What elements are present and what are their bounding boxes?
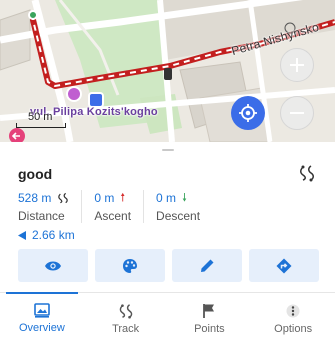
my-location-button[interactable]	[231, 96, 265, 130]
tab-overview-label: Overview	[18, 322, 65, 334]
stat-descent: 0 m 🠗 Descent	[156, 190, 212, 223]
distance-label: Distance	[18, 209, 65, 223]
tab-options[interactable]: Options	[251, 293, 335, 345]
distance-to-track-value: 2.66 km	[32, 228, 75, 242]
navigate-button[interactable]	[249, 249, 319, 282]
track-name: good	[18, 166, 53, 182]
arrow-up-icon: 🠕	[120, 191, 126, 204]
tab-overview[interactable]: Overview	[0, 292, 84, 345]
appearance-button[interactable]	[95, 249, 165, 282]
end-arrow-icon	[12, 132, 20, 140]
route-start-marker[interactable]	[28, 10, 38, 20]
direction-arrow-icon	[18, 230, 26, 240]
scale-bar	[16, 123, 66, 128]
tab-points[interactable]: Points	[168, 293, 252, 345]
tab-points-label: Points	[194, 323, 225, 335]
distance-to-track: 2.66 km	[18, 228, 75, 242]
track-stats: 528 m Distance 0 m 🠕 Ascent 0 m 🠗 Descen…	[18, 190, 224, 223]
track-info-sheet: good 528 m Distance 0 m 🠕 Ascent 0 m �	[0, 142, 335, 345]
overview-icon	[34, 303, 50, 318]
crosshair-icon	[239, 104, 257, 122]
descent-value: 0 m	[156, 191, 177, 205]
directions-icon	[276, 258, 292, 273]
plus-icon	[290, 58, 304, 72]
zoom-in-button[interactable]	[280, 48, 314, 82]
sheet-drag-handle[interactable]	[162, 149, 174, 151]
scale-label: 50 m	[28, 111, 53, 123]
ascent-label: Ascent	[94, 209, 132, 223]
track-icon	[58, 192, 69, 204]
descent-label: Descent	[156, 209, 201, 223]
bottom-tabs: Overview Track Points Options	[0, 292, 335, 345]
minus-icon	[290, 112, 304, 114]
track-icon[interactable]	[298, 164, 316, 182]
stat-ascent: 0 m 🠕 Ascent	[94, 190, 145, 223]
poi-marker[interactable]	[66, 86, 82, 102]
palette-icon	[123, 258, 137, 273]
map-scale: 50 m	[16, 111, 68, 128]
flag-icon	[203, 304, 215, 318]
arrow-down-icon: 🠗	[182, 191, 187, 204]
more-icon	[286, 304, 300, 318]
eye-icon	[45, 261, 61, 270]
map-view[interactable]: Petra Nishynsko vul. Pilipa Kozits'kogho…	[0, 0, 335, 142]
tab-track-label: Track	[112, 323, 140, 335]
ascent-value: 0 m	[94, 191, 115, 205]
view-button[interactable]	[18, 249, 88, 282]
traffic-light-icon	[164, 68, 172, 80]
track-icon	[119, 304, 132, 319]
edit-button[interactable]	[172, 249, 242, 282]
stat-distance: 528 m Distance	[18, 190, 83, 223]
zoom-out-button[interactable]	[280, 96, 314, 130]
track-actions	[18, 249, 319, 282]
tab-track[interactable]: Track	[84, 293, 168, 345]
distance-value: 528 m	[18, 191, 52, 205]
tab-options-label: Options	[274, 323, 313, 335]
route-end-marker[interactable]	[9, 128, 25, 142]
pencil-icon	[200, 259, 213, 272]
